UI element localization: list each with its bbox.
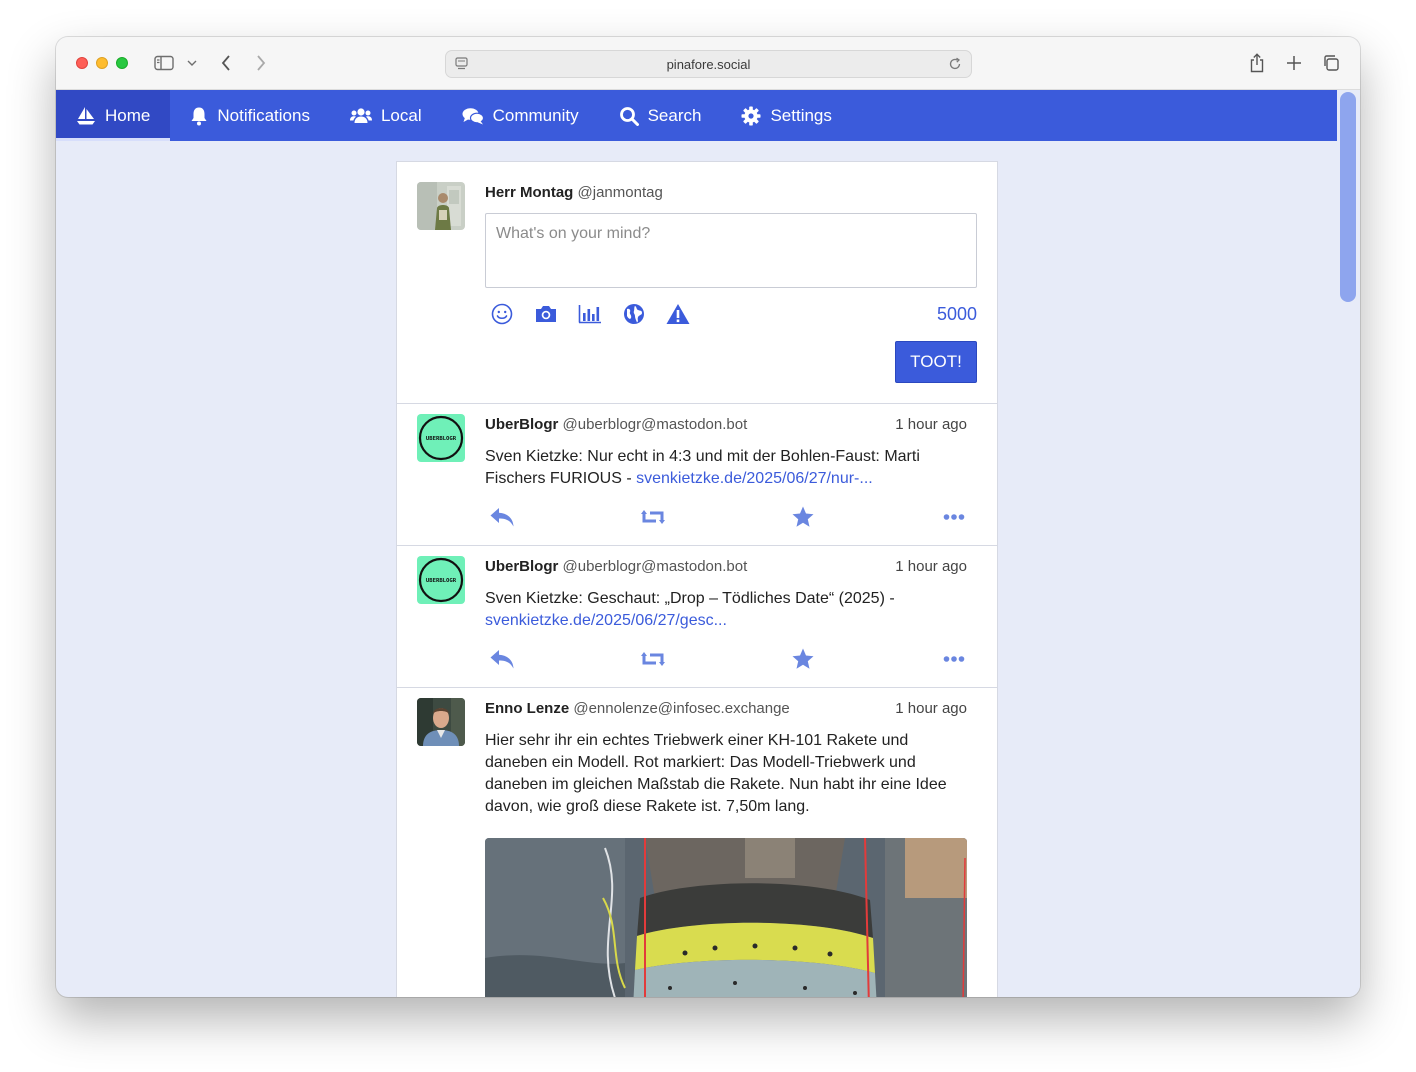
status-header: Enno Lenze @ennolenze@infosec.exchange 1…	[485, 700, 967, 717]
zoom-window-button[interactable]	[116, 57, 128, 69]
sidebar-toggle-icon[interactable]	[152, 51, 176, 75]
status-content: Hier sehr ihr ein echtes Triebwerk einer…	[485, 730, 955, 818]
status-timestamp[interactable]: 1 hour ago	[895, 558, 967, 575]
status-author-handle[interactable]: @uberblogr@mastodon.bot	[563, 558, 748, 575]
emoji-icon[interactable]	[489, 301, 515, 327]
nav-settings[interactable]: Settings	[721, 90, 851, 141]
favorite-star-icon[interactable]	[790, 504, 816, 530]
status-author-handle[interactable]: @uberblogr@mastodon.bot	[563, 416, 748, 433]
nav-community[interactable]: Community	[442, 90, 599, 141]
gear-icon	[741, 106, 761, 126]
status-actions	[489, 646, 967, 672]
scrollbar-thumb[interactable]	[1340, 92, 1356, 302]
status-author-name[interactable]: Enno Lenze	[485, 700, 569, 717]
minimize-window-button[interactable]	[96, 57, 108, 69]
reload-icon[interactable]	[947, 56, 963, 77]
status-content: Sven Kietzke: Nur echt in 4:3 und mit de…	[485, 446, 955, 490]
status-link[interactable]: svenkietzke.de/2025/06/27/gesc...	[485, 612, 727, 629]
browser-window: pinafore.social Home Notifications Local…	[56, 37, 1360, 997]
nav-search-label: Search	[647, 105, 702, 125]
avatar-logo-text: UBERBLOGR	[426, 578, 457, 584]
comments-icon	[462, 107, 484, 125]
share-icon[interactable]	[1246, 51, 1268, 75]
status-text: Sven Kietzke: Geschaut: „Drop – Tödliche…	[485, 590, 895, 607]
nav-settings-label: Settings	[770, 105, 832, 125]
status-content: Sven Kietzke: Geschaut: „Drop – Tödliche…	[485, 588, 955, 632]
warning-icon[interactable]	[665, 301, 691, 327]
avatar[interactable]	[417, 698, 465, 746]
address-bar[interactable]: pinafore.social	[445, 50, 972, 78]
status-header: UberBlogr @uberblogr@mastodon.bot 1 hour…	[485, 416, 967, 433]
nav-search[interactable]: Search	[599, 90, 722, 141]
nav-local[interactable]: Local	[330, 90, 442, 141]
url-text: pinafore.social	[666, 57, 751, 72]
compose-toolbar	[489, 301, 691, 327]
avatar[interactable]: UBERBLOGR	[417, 556, 465, 604]
new-tab-icon[interactable]	[1283, 51, 1305, 75]
account-display-name[interactable]: Herr Montag	[485, 184, 573, 201]
status-link[interactable]: svenkietzke.de/2025/06/27/nur-...	[636, 470, 873, 487]
nav-home[interactable]: Home	[56, 90, 171, 141]
sailboat-icon	[76, 106, 96, 126]
status-item[interactable]: UBERBLOGR UberBlogr @uberblogr@mastodon.…	[397, 404, 997, 546]
favorite-star-icon[interactable]	[790, 646, 816, 672]
status-author-handle[interactable]: @ennolenze@infosec.exchange	[573, 700, 789, 717]
status-author-name[interactable]: UberBlogr	[485, 416, 558, 433]
compose-input[interactable]	[485, 213, 977, 288]
main-nav: Home Notifications Local Community Searc…	[56, 90, 1337, 141]
compose-box: Herr Montag @janmontag What's on your mi…	[397, 162, 997, 404]
nav-home-label: Home	[105, 105, 151, 125]
character-counter: 5000	[936, 304, 977, 324]
avatar-logo-text: UBERBLOGR	[426, 436, 457, 442]
poll-icon[interactable]	[577, 301, 603, 327]
camera-icon[interactable]	[533, 301, 559, 327]
reply-icon[interactable]	[489, 504, 515, 530]
avatar[interactable]	[417, 182, 465, 230]
reply-icon[interactable]	[489, 646, 515, 672]
status-timestamp[interactable]: 1 hour ago	[895, 700, 967, 717]
status-author-name[interactable]: UberBlogr	[485, 558, 558, 575]
nav-notifications[interactable]: Notifications	[170, 90, 330, 141]
chevron-down-icon[interactable]	[184, 51, 200, 75]
status-timestamp[interactable]: 1 hour ago	[895, 416, 967, 433]
more-options-icon[interactable]	[941, 504, 967, 530]
nav-community-label: Community	[492, 105, 579, 125]
media-attachment[interactable]	[485, 838, 967, 997]
avatar[interactable]: UBERBLOGR	[417, 414, 465, 462]
tab-overview-icon[interactable]	[1320, 51, 1342, 75]
close-window-button[interactable]	[76, 57, 88, 69]
compose-account: Herr Montag @janmontag	[485, 184, 663, 201]
back-arrow-icon[interactable]	[216, 51, 236, 75]
status-header: UberBlogr @uberblogr@mastodon.bot 1 hour…	[485, 558, 967, 575]
account-handle[interactable]: @janmontag	[578, 184, 663, 201]
nav-notifications-label: Notifications	[217, 105, 310, 125]
bell-icon	[190, 106, 208, 126]
status-item[interactable]: UBERBLOGR UberBlogr @uberblogr@mastodon.…	[397, 546, 997, 688]
search-icon	[619, 106, 639, 126]
users-icon	[349, 107, 372, 125]
toot-button[interactable]: TOOT!	[895, 341, 977, 383]
timeline: Herr Montag @janmontag What's on your mi…	[396, 161, 998, 997]
status-text: Hier sehr ihr ein echtes Triebwerk einer…	[485, 732, 947, 815]
browser-toolbar: pinafore.social	[56, 37, 1360, 90]
status-item[interactable]: Enno Lenze @ennolenze@infosec.exchange 1…	[397, 688, 997, 997]
globe-icon[interactable]	[621, 301, 647, 327]
forward-arrow-icon[interactable]	[251, 51, 271, 75]
boost-icon[interactable]	[640, 646, 666, 672]
boost-icon[interactable]	[640, 504, 666, 530]
status-actions	[489, 504, 967, 530]
nav-local-label: Local	[380, 105, 422, 125]
more-options-icon[interactable]	[941, 646, 967, 672]
